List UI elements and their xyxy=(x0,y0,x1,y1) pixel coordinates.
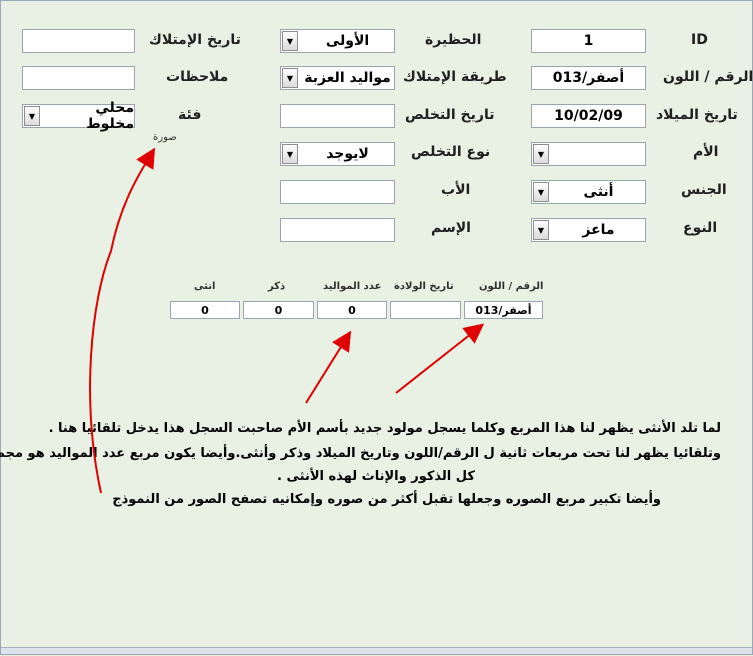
sex-value: أنثى xyxy=(583,184,614,200)
species-label: النوع xyxy=(683,220,718,236)
subform-number-color-field[interactable]: أصفر/013 xyxy=(464,301,543,319)
birth-date-label: تاريخ الميلاد xyxy=(656,107,738,123)
acquisition-date-field[interactable] xyxy=(22,29,135,53)
arrow-to-number-color xyxy=(395,323,485,394)
annotation-line-1: لما تلد الأنثى يظهر لنا هذا المربع وكلما… xyxy=(48,421,721,436)
chevron-down-icon[interactable]: ▼ xyxy=(533,182,549,202)
chevron-down-icon[interactable]: ▼ xyxy=(533,144,549,164)
id-label: ID xyxy=(691,32,708,48)
subform-header-birth-date: تاريخ الولادة xyxy=(394,281,454,292)
annotation-line-2: وتلقائيا يظهر لنا تحت مربعات ثانية ل الر… xyxy=(0,446,721,461)
father-field[interactable] xyxy=(280,180,395,204)
pen-label: الحظيرة xyxy=(425,32,482,48)
chevron-down-icon[interactable]: ▼ xyxy=(282,144,298,164)
pen-combo[interactable]: ▼ الأولى xyxy=(280,29,395,53)
species-combo[interactable]: ▼ ماعز xyxy=(531,218,646,242)
chevron-down-icon[interactable]: ▼ xyxy=(24,106,40,126)
name-label: الإسم xyxy=(431,220,471,236)
subform-header-male: ذكر xyxy=(268,281,286,292)
category-combo[interactable]: ▼ محلي مخلوط xyxy=(22,100,135,132)
disposal-type-value: لايوجد xyxy=(326,146,369,162)
chevron-down-icon[interactable]: ▼ xyxy=(533,220,549,240)
annotation-line-4: وأيضا تكبير مربع الصوره وجعلها تقبل أكثر… xyxy=(112,492,661,507)
chevron-down-icon[interactable]: ▼ xyxy=(282,31,298,51)
acquisition-method-value: مواليد العزبة xyxy=(304,70,391,86)
subform-offspring-count-field[interactable]: 0 xyxy=(317,301,387,319)
subform-header-offspring-count: عدد المواليد xyxy=(323,281,382,292)
arrow-to-offspring-count xyxy=(305,330,352,404)
number-color-label: الرقم / اللون xyxy=(663,69,753,85)
subform-male-field[interactable]: 0 xyxy=(243,301,314,319)
notes-field[interactable] xyxy=(22,66,135,90)
notes-label: ملاحظات xyxy=(166,69,229,85)
species-value: ماعز xyxy=(582,222,615,238)
form-window: ID 1 الرقم / اللون أصفر/013 تاريخ الميلا… xyxy=(0,0,753,655)
number-color-field[interactable]: أصفر/013 xyxy=(531,66,646,90)
id-field[interactable]: 1 xyxy=(531,29,646,53)
subform-header-female: انثى xyxy=(194,281,216,292)
acquisition-method-combo[interactable]: ▼ مواليد العزبة xyxy=(280,66,395,90)
sex-label: الجنس xyxy=(681,182,727,198)
disposal-type-label: نوع التخلص xyxy=(411,144,491,160)
status-bar xyxy=(1,647,752,654)
photo-caption: صورة xyxy=(153,132,177,143)
name-field[interactable] xyxy=(280,218,395,242)
acquisition-date-label: تاريخ الإمتلاك xyxy=(149,32,241,48)
subform-birth-date-field[interactable] xyxy=(390,301,461,319)
subform-female-field[interactable]: 0 xyxy=(170,301,240,319)
annotation-line-3: كل الذكور والإناث لهذه الأنثى . xyxy=(277,469,475,484)
sex-combo[interactable]: ▼ أنثى xyxy=(531,180,646,204)
mother-combo[interactable]: ▼ xyxy=(531,142,646,166)
father-label: الأب xyxy=(441,182,471,198)
arrow-to-photo xyxy=(89,147,156,494)
category-label: فئة xyxy=(178,107,202,123)
mother-value xyxy=(552,143,645,165)
chevron-down-icon[interactable]: ▼ xyxy=(282,68,298,88)
category-value: محلي مخلوط xyxy=(86,100,134,132)
disposal-date-field[interactable] xyxy=(280,104,395,128)
disposal-date-label: تاريخ التخلص xyxy=(405,107,495,123)
mother-label: الأم xyxy=(693,144,719,160)
subform-header-number-color: الرقم / اللون xyxy=(479,281,544,292)
birth-date-field[interactable]: 10/02/09 xyxy=(531,104,646,128)
acquisition-method-label: طريقة الإمتلاك xyxy=(403,69,507,85)
disposal-type-combo[interactable]: ▼ لايوجد xyxy=(280,142,395,166)
pen-value: الأولى xyxy=(325,33,370,49)
